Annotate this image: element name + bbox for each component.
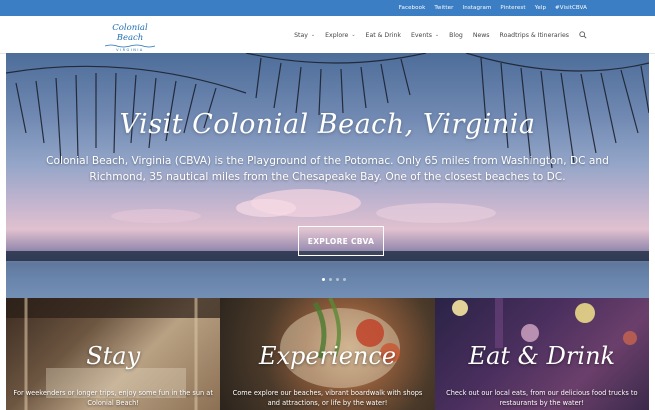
social-bar: Facebook Twitter Instagram Pinterest Yel… [0, 0, 655, 16]
logo-text: Colonial Beach [112, 23, 148, 43]
main-nav: Stay ⌄ Explore ⌄ Eat & Drink Events ⌄ Bl… [294, 16, 587, 54]
facebook-link[interactable]: Facebook [399, 5, 426, 11]
nav-label: Stay [294, 31, 308, 39]
yelp-link[interactable]: Yelp [535, 5, 546, 11]
nav-item-news[interactable]: News [473, 32, 490, 39]
nav-label: Eat & Drink [365, 31, 401, 39]
card-experience[interactable]: Experience Come explore our beaches, vib… [220, 298, 435, 410]
hero-title: Visit Colonial Beach, Virginia [119, 109, 536, 140]
nav-item-roadtrips[interactable]: Roadtrips & Itineraries [500, 32, 569, 39]
slide-dot[interactable] [336, 278, 339, 281]
nav-item-events[interactable]: Events ⌄ [411, 32, 439, 39]
chevron-down-icon: ⌄ [351, 32, 356, 38]
instagram-link[interactable]: Instagram [463, 5, 492, 11]
nav-label: News [472, 31, 490, 39]
nav-label: Blog [449, 31, 463, 39]
card-eat-drink[interactable]: Eat & Drink Check out our local eats, fr… [434, 298, 649, 410]
chevron-down-icon: ⌄ [434, 32, 440, 38]
nav-label: Explore [325, 31, 349, 39]
nav-item-eat-drink[interactable]: Eat & Drink [366, 32, 401, 39]
card-description: For weekenders or longer trips, enjoy so… [13, 389, 213, 407]
slide-dot[interactable] [322, 278, 325, 281]
card-title: Eat & Drink [468, 342, 616, 370]
card-title: Experience [258, 342, 397, 370]
site-logo[interactable]: Colonial Beach VIRGINIA [100, 23, 160, 52]
card-description: Come explore our beaches, vibrant boardw… [232, 389, 423, 407]
twitter-link[interactable]: Twitter [434, 5, 453, 11]
nav-label: Roadtrips & Itineraries [499, 31, 569, 39]
hero-description: Colonial Beach, Virginia (CBVA) is the P… [46, 155, 609, 183]
slider-dots [322, 278, 346, 281]
nav-label: Events [410, 31, 432, 39]
slide-dot[interactable] [343, 278, 346, 281]
visitcbva-hashtag-link[interactable]: #VisitCBVA [555, 5, 587, 11]
card-stay[interactable]: Stay For weekenders or longer trips, enj… [6, 298, 221, 410]
card-title: Stay [86, 342, 141, 370]
card-description: Check out our local eats, from our delic… [446, 389, 638, 407]
chevron-down-icon: ⌄ [310, 32, 316, 38]
pinterest-link[interactable]: Pinterest [500, 5, 525, 11]
site-header: Colonial Beach VIRGINIA Stay ⌄ Explore ⌄… [0, 16, 655, 54]
feature-cards: Stay For weekenders or longer trips, enj… [6, 298, 649, 410]
slide-dot[interactable] [329, 278, 332, 281]
nav-item-stay[interactable]: Stay ⌄ [294, 32, 315, 39]
nav-item-blog[interactable]: Blog [449, 32, 463, 39]
search-icon[interactable] [579, 31, 587, 39]
hero-banner: Visit Colonial Beach, Virginia Colonial … [6, 53, 649, 298]
nav-item-explore[interactable]: Explore ⌄ [325, 32, 355, 39]
explore-cbva-button[interactable]: EXPLORE CBVA [298, 226, 384, 256]
